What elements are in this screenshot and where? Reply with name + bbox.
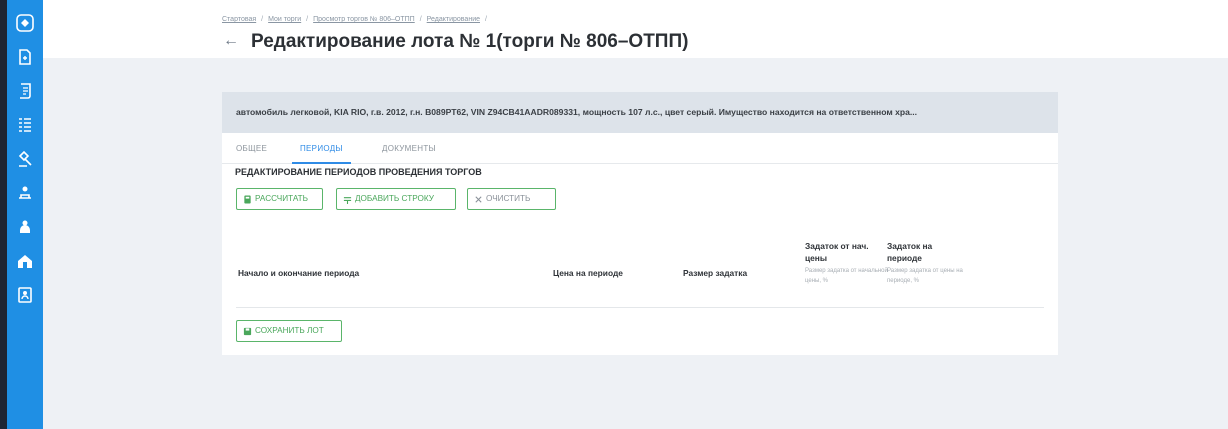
contact-card-icon[interactable] <box>14 284 36 306</box>
sidebar <box>7 0 43 429</box>
gavel-icon[interactable] <box>14 148 36 170</box>
add-row-button[interactable]: ДОБАВИТЬ СТРОКУ <box>336 188 456 210</box>
home-icon[interactable] <box>14 250 36 272</box>
section-title: РЕДАКТИРОВАНИЕ ПЕРИОДОВ ПРОВЕДЕНИЯ ТОРГО… <box>235 167 482 177</box>
breadcrumb-separator: / <box>261 16 264 23</box>
breadcrumb-separator: / <box>306 16 309 23</box>
window-edge <box>0 0 7 429</box>
breadcrumb-view-auction[interactable]: Просмотр торгов № 806–ОТПП <box>313 16 415 23</box>
breadcrumb-my-auctions[interactable]: Мои торги <box>268 16 301 23</box>
save-lot-button-label: СОХРАНИТЬ ЛОТ <box>255 326 324 335</box>
list-icon[interactable] <box>14 114 36 136</box>
lot-edit-card: автомобиль легковой, KIA RIO, г.в. 2012,… <box>222 92 1058 355</box>
tab-general[interactable]: ОБЩЕЕ <box>236 133 267 164</box>
add-row-button-label: ДОБАВИТЬ СТРОКУ <box>355 194 434 203</box>
breadcrumb-edit[interactable]: Редактирование <box>427 16 480 23</box>
close-icon <box>475 195 482 203</box>
document-icon[interactable] <box>14 46 36 68</box>
tab-bar: ОБЩЕЕ ПЕРИОДЫ ДОКУМЕНТЫ <box>222 133 1058 164</box>
person-icon[interactable] <box>14 182 36 204</box>
column-header-deposit: Размер задатка <box>683 268 748 278</box>
logo-icon[interactable] <box>14 12 36 34</box>
column-header-deposit-from-start-hint: Размер задатка от начальной цены, % <box>805 268 888 284</box>
calculate-button[interactable]: РАССЧИТАТЬ <box>236 188 323 210</box>
breadcrumb-home[interactable]: Стартовая <box>222 16 256 23</box>
save-lot-button[interactable]: СОХРАНИТЬ ЛОТ <box>236 320 342 342</box>
column-header-deposit-on-period-hint: Размер задатка от цены на периоде, % <box>887 268 963 284</box>
scroll-icon[interactable] <box>14 80 36 102</box>
breadcrumb-separator: / <box>485 16 487 23</box>
arrow-left-icon[interactable]: ← <box>223 31 239 51</box>
person-group-icon[interactable] <box>14 216 36 238</box>
breadcrumb-separator: / <box>419 16 422 23</box>
clear-button[interactable]: ОЧИСТИТЬ <box>467 188 556 210</box>
breadcrumb: Стартовая / Мои торги / Просмотр торгов № 80… <box>222 16 492 23</box>
column-header-deposit-from-start: Задаток от нач. цены Размер задатка от н… <box>805 240 889 286</box>
column-header-price: Цена на периоде <box>553 268 623 278</box>
tab-periods[interactable]: ПЕРИОДЫ <box>292 133 351 164</box>
page-title: Редактирование лота № 1(торги № 806–ОТПП… <box>251 31 689 52</box>
tab-documents[interactable]: ДОКУМЕНТЫ <box>382 133 436 164</box>
calculator-icon <box>244 194 251 204</box>
column-header-deposit-on-period-label: Задаток на периоде <box>887 241 933 263</box>
calculate-button-label: РАССЧИТАТЬ <box>255 194 309 203</box>
column-header-deposit-from-start-label: Задаток от нач. цены <box>805 241 869 263</box>
column-header-deposit-on-period: Задаток на периоде Размер задатка от цен… <box>887 240 963 286</box>
lot-description: автомобиль легковой, KIA RIO, г.в. 2012,… <box>222 92 1058 133</box>
column-header-period: Начало и окончание периода <box>238 268 360 278</box>
save-icon <box>243 327 252 335</box>
clear-button-label: ОЧИСТИТЬ <box>486 194 531 203</box>
table-header-divider <box>236 307 1044 308</box>
add-row-icon <box>343 196 352 204</box>
